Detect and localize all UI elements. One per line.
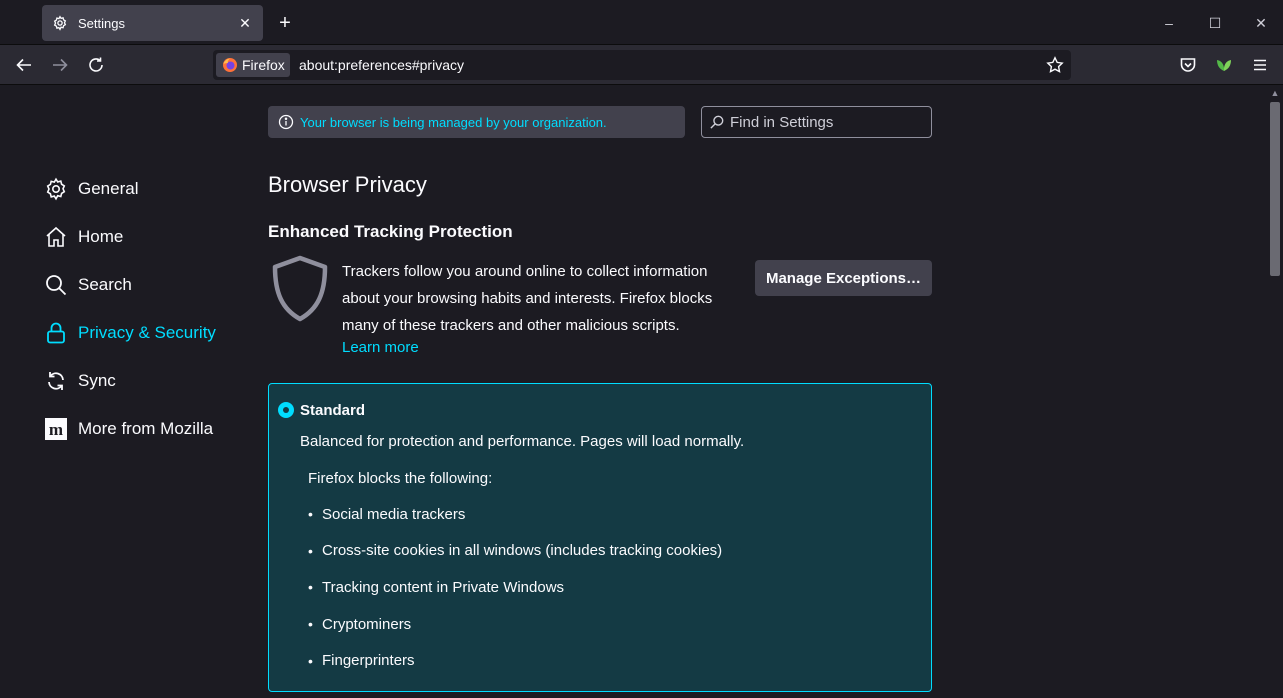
list-item: • Social media trackers [308, 496, 722, 533]
sidebar-item-label: Search [78, 275, 132, 294]
sidebar-item-more-from-mozilla[interactable]: m More from Mozilla [44, 405, 244, 453]
close-tab-icon[interactable]: ✕ [237, 15, 253, 32]
identity-label: Firefox [242, 57, 285, 73]
minimize-button[interactable]: – [1157, 12, 1181, 34]
list-item-label: Cross-site cookies in all windows (inclu… [322, 542, 723, 560]
blocks-heading: Firefox blocks the following: [308, 470, 493, 487]
pocket-button[interactable] [1176, 53, 1200, 77]
shield-icon [272, 255, 328, 322]
gear-icon [52, 15, 68, 31]
bullet: • [308, 506, 313, 523]
radio-selected-dot [283, 407, 289, 413]
info-icon [278, 114, 294, 130]
list-item-label: Fingerprinters [322, 652, 415, 670]
app-menu-button[interactable] [1248, 53, 1272, 77]
bullet: • [308, 579, 313, 596]
standard-radio[interactable] [278, 402, 294, 418]
scroll-thumb[interactable] [1270, 102, 1280, 276]
back-arrow-icon [16, 58, 31, 72]
page-title: Browser Privacy [268, 172, 427, 197]
list-item-label: Tracking content in Private Windows [322, 578, 565, 596]
search-input[interactable] [730, 113, 920, 131]
bookmark-star-icon[interactable] [1045, 55, 1065, 75]
sidebar-item-home[interactable]: Home [44, 213, 244, 261]
learn-more-link[interactable]: Learn more [342, 339, 419, 356]
scroll-up-arrow-icon[interactable]: ▲ [1269, 88, 1281, 98]
settings-sidebar: General Home Search Privacy & Security S… [44, 165, 244, 453]
back-button[interactable] [12, 53, 36, 77]
mozilla-icon: m [44, 417, 68, 441]
forward-button[interactable] [48, 53, 72, 77]
list-item: • Fingerprinters [308, 642, 722, 679]
standard-description: Balanced for protection and performance.… [300, 433, 745, 450]
standard-title[interactable]: Standard [300, 402, 365, 419]
search-icon [44, 273, 68, 297]
sidebar-item-general[interactable]: General [44, 165, 244, 213]
bullet: • [308, 616, 313, 633]
etp-description: Trackers follow you around online to col… [342, 263, 713, 334]
etp-section-title: Enhanced Tracking Protection [268, 222, 513, 241]
search-icon [710, 115, 724, 129]
tab-strip: Settings ✕ + – ☐ ✕ [0, 0, 1283, 45]
hamburger-menu-icon [1254, 59, 1266, 71]
page-scrollbar[interactable]: ▲ [1267, 86, 1283, 698]
sidebar-item-label: Privacy & Security [78, 323, 216, 342]
list-item-label: Cryptominers [322, 615, 412, 633]
bullet: • [308, 542, 313, 559]
standard-protection-card[interactable]: Standard Balanced for protection and per… [268, 383, 932, 692]
blocked-items-list: • Social media trackers • Cross-site cooki… [308, 496, 722, 679]
gear-icon [44, 177, 68, 201]
managed-browser-notice[interactable]: Your browser is being managed by your or… [268, 106, 685, 138]
list-item-label: Social media trackers [322, 505, 466, 523]
list-item: • Cross-site cookies in all windows (incl… [308, 533, 722, 570]
list-item: • Tracking content in Private Windows [308, 569, 722, 606]
sidebar-item-sync[interactable]: Sync [44, 357, 244, 405]
tab-settings[interactable]: Settings ✕ [42, 5, 263, 41]
home-icon [44, 225, 68, 249]
url-text[interactable]: about:preferences#privacy [299, 57, 464, 73]
sidebar-item-label: General [78, 179, 139, 198]
extension-button[interactable] [1212, 53, 1236, 77]
sync-icon [44, 369, 68, 393]
window-close-button[interactable]: ✕ [1249, 12, 1273, 34]
sidebar-item-label: Sync [78, 371, 116, 390]
lock-icon [44, 321, 68, 345]
tab-title: Settings [78, 15, 125, 31]
new-tab-button[interactable]: + [274, 12, 296, 34]
sidebar-item-label: Home [78, 227, 124, 246]
manage-exceptions-button[interactable]: Manage Exceptions… [755, 260, 932, 296]
pocket-icon [1180, 58, 1196, 72]
navigation-toolbar: Firefox about:preferences#privacy [0, 45, 1283, 85]
sidebar-item-search[interactable]: Search [44, 261, 244, 309]
list-item: • Cryptominers [308, 606, 722, 643]
find-in-settings[interactable] [701, 106, 932, 138]
bullet: • [308, 652, 313, 669]
firefox-logo-icon [223, 58, 237, 72]
leaf-extension-icon [1217, 60, 1231, 71]
reload-button[interactable] [84, 53, 108, 77]
url-bar[interactable]: Firefox about:preferences#privacy [213, 50, 1071, 80]
sidebar-item-label: More from Mozilla [78, 419, 214, 438]
forward-arrow-icon [53, 58, 68, 72]
svg-text:m: m [49, 420, 63, 439]
managed-notice-text[interactable]: Your browser is being managed by your or… [300, 115, 607, 130]
reload-icon [89, 57, 103, 72]
identity-box[interactable]: Firefox [216, 53, 290, 77]
maximize-button[interactable]: ☐ [1203, 12, 1227, 34]
sidebar-item-privacy-security[interactable]: Privacy & Security [44, 309, 244, 357]
